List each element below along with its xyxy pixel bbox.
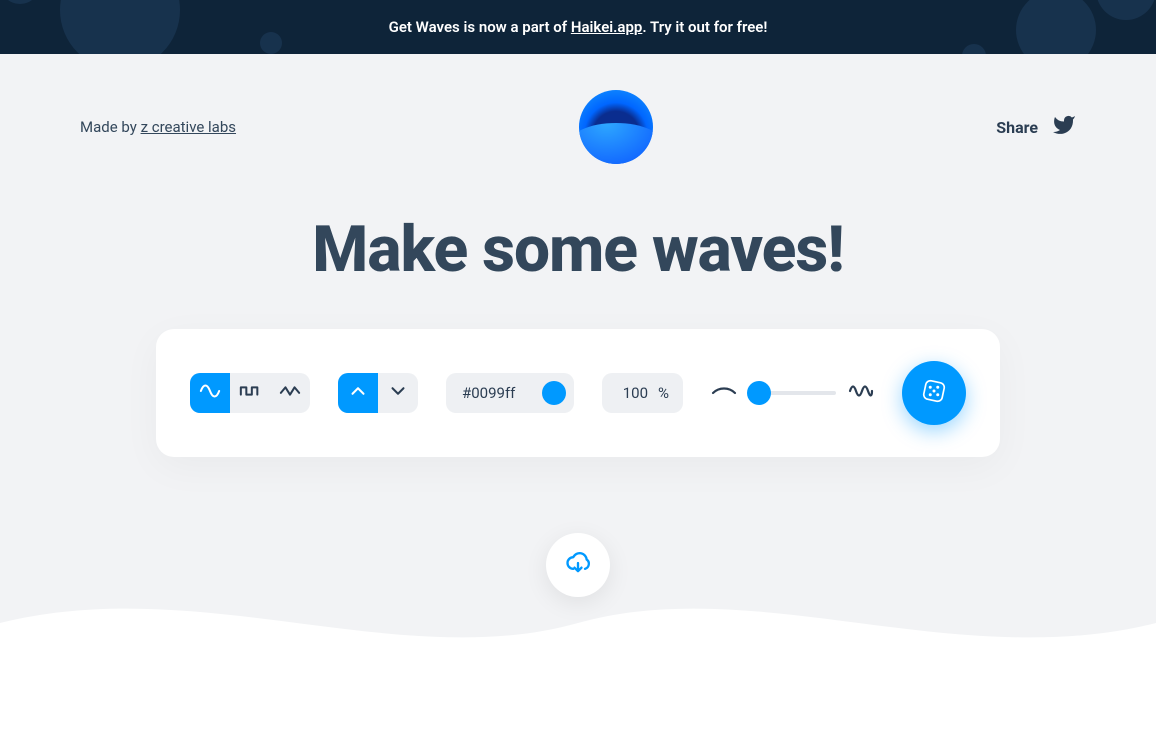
share-label: Share <box>996 118 1038 137</box>
banner-link[interactable]: Haikei.app <box>571 18 643 36</box>
flat-wave-icon <box>711 384 737 403</box>
banner-prefix: Get Waves is now a part of <box>389 18 571 36</box>
decorative-circle <box>1016 0 1096 54</box>
app-logo <box>579 90 653 164</box>
made-by-prefix: Made by <box>80 118 141 136</box>
color-input-group <box>446 373 574 413</box>
decorative-circle <box>1096 0 1156 20</box>
chevron-up-icon <box>347 380 369 406</box>
opacity-input-group: % <box>602 373 683 413</box>
controls-panel: % <box>156 329 1000 457</box>
square-wave-icon <box>239 380 261 406</box>
cloud-download-icon <box>564 549 592 581</box>
download-button[interactable] <box>546 533 610 597</box>
promo-banner[interactable]: Get Waves is now a part of Haikei.app. T… <box>0 0 1156 54</box>
direction-down[interactable] <box>378 373 418 413</box>
complex-wave-icon <box>848 383 874 403</box>
decorative-circle <box>260 32 282 54</box>
slider-thumb[interactable] <box>747 381 771 405</box>
header: Made by z creative labs Share <box>0 54 1156 164</box>
direction-up[interactable] <box>338 373 378 413</box>
opacity-input[interactable] <box>616 384 648 402</box>
complexity-slider-group <box>711 383 874 403</box>
wave-type-sine[interactable] <box>190 373 230 413</box>
decorative-circle <box>60 0 180 54</box>
decorative-circle <box>0 0 40 4</box>
opacity-unit: % <box>658 384 669 402</box>
dice-icon <box>919 376 949 410</box>
download-section <box>0 533 1156 597</box>
direction-segmented <box>338 373 418 413</box>
banner-suffix: . Try it out for free! <box>642 18 767 36</box>
complexity-slider[interactable] <box>749 391 836 395</box>
color-swatch[interactable] <box>542 381 566 405</box>
page-title: Make some waves! <box>0 212 1156 287</box>
decorative-circle <box>962 44 986 54</box>
made-by: Made by z creative labs <box>80 118 236 136</box>
chevron-down-icon <box>387 380 409 406</box>
share-button[interactable]: Share <box>996 113 1076 141</box>
zigzag-wave-icon <box>279 380 301 406</box>
made-by-link[interactable]: z creative labs <box>141 118 236 136</box>
wave-type-zigzag[interactable] <box>270 373 310 413</box>
wave-type-segmented <box>190 373 310 413</box>
color-hex-input[interactable] <box>462 384 532 402</box>
randomize-button[interactable] <box>902 361 966 425</box>
twitter-icon <box>1052 113 1076 141</box>
sine-wave-icon <box>199 380 221 406</box>
wave-type-square[interactable] <box>230 373 270 413</box>
